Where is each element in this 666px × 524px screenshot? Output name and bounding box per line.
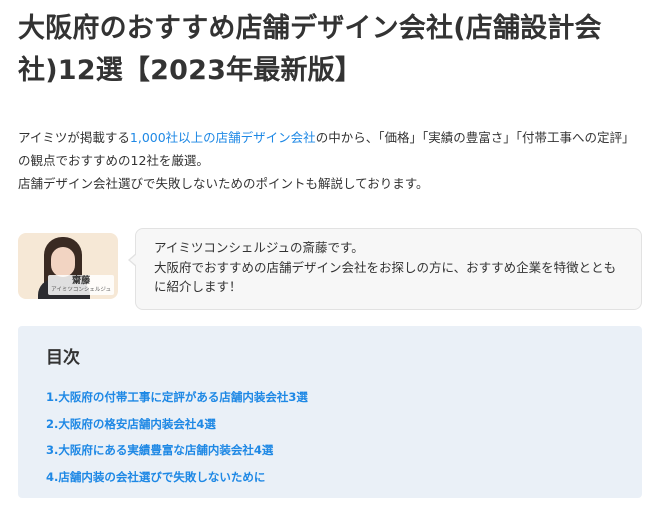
page-title: 大阪府のおすすめ店舗デザイン会社(店舗設計会社)12選【2023年最新版】 bbox=[18, 13, 602, 86]
toc-list: 1.大阪府の付帯工事に定評がある店舗内装会社3選 2.大阪府の格安店舗内装会社4… bbox=[46, 384, 614, 490]
article: 大阪府のおすすめ店舗デザイン会社(店舗設計会社)12選【2023年最新版】 アイ… bbox=[18, 8, 644, 498]
toc-item[interactable]: 4.店舗内装の会社選びで失敗しないために bbox=[46, 464, 614, 491]
avatar-name-plate: 齋藤 アイミツコンシェルジュ bbox=[48, 275, 114, 295]
toc-item[interactable]: 2.大阪府の格安店舗内装会社4選 bbox=[46, 411, 614, 438]
table-of-contents: 目次 1.大阪府の付帯工事に定評がある店舗内装会社3選 2.大阪府の格安店舗内装… bbox=[18, 326, 642, 498]
intro-prefix: アイミツが掲載する bbox=[18, 130, 130, 145]
toc-item[interactable]: 1.大阪府の付帯工事に定評がある店舗内装会社3選 bbox=[46, 384, 614, 411]
bubble-line-1: アイミツコンシェルジュの斎藤です。 bbox=[154, 240, 364, 255]
avatar-role: アイミツコンシェルジュ bbox=[51, 287, 111, 293]
bubble-line-2: 大阪府でおすすめの店舗デザイン会社をお探しの方に、おすすめ企業を特徴とともに紹介… bbox=[154, 259, 617, 295]
avatar-name: 齋藤 bbox=[72, 276, 91, 286]
avatar-face bbox=[51, 247, 75, 277]
concierge-message: 齋藤 アイミツコンシェルジュ アイミツコンシェルジュの斎藤です。 大阪府でおすす… bbox=[18, 228, 644, 314]
toc-title: 目次 bbox=[46, 348, 80, 368]
avatar: 齋藤 アイミツコンシェルジュ bbox=[18, 233, 118, 299]
speech-bubble: アイミツコンシェルジュの斎藤です。 大阪府でおすすめの店舗デザイン会社をお探しの… bbox=[128, 228, 642, 310]
intro-second-line: 店舗デザイン会社選びで失敗しないためのポイントも解説しております。 bbox=[18, 176, 429, 191]
company-count-link[interactable]: 1,000社以上の店舗デザイン会社 bbox=[130, 130, 316, 145]
toc-item[interactable]: 3.大阪府にある実績豊富な店舗内装会社4選 bbox=[46, 437, 614, 464]
intro-text: アイミツが掲載する1,000社以上の店舗デザイン会社の中から、「価格」「実績の豊… bbox=[18, 126, 644, 195]
